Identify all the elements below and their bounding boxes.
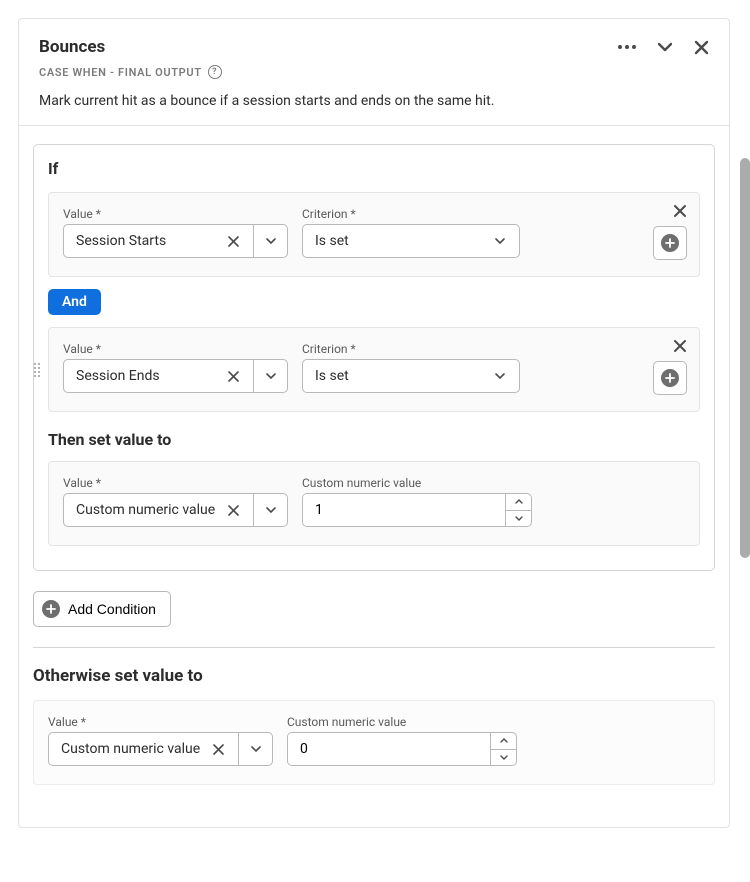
divider <box>33 647 715 648</box>
numeric-label: Custom numeric value <box>302 476 532 490</box>
value-text: Session Ends <box>76 368 160 384</box>
value-dropdown-icon[interactable] <box>253 225 287 257</box>
value-label: Value <box>48 715 273 729</box>
otherwise-card: Value Custom numeric value <box>33 700 715 785</box>
numeric-stepper[interactable] <box>302 493 532 527</box>
clear-value-icon[interactable] <box>228 236 245 247</box>
value-combobox[interactable]: Custom numeric value <box>63 493 288 527</box>
criterion-select[interactable]: Is set <box>302 359 520 393</box>
if-heading: If <box>48 159 700 178</box>
condition-card: Value Session Starts <box>48 192 700 277</box>
scrollbar[interactable] <box>740 158 750 558</box>
clear-value-icon[interactable] <box>228 505 245 516</box>
stepper-up-icon[interactable] <box>506 494 531 511</box>
bounces-panel: Bounces CASE WHEN - FINAL OUTPUT ? <box>18 18 730 828</box>
value-dropdown-icon[interactable] <box>238 733 272 765</box>
value-text: Session Starts <box>76 233 166 249</box>
if-block: If Value Session Starts <box>33 144 715 571</box>
close-icon[interactable] <box>694 40 709 55</box>
criterion-select[interactable]: Is set <box>302 224 520 258</box>
drag-handle-icon[interactable] <box>34 363 40 377</box>
panel-title: Bounces <box>39 37 105 57</box>
numeric-input[interactable] <box>288 733 490 765</box>
value-text: Custom numeric value <box>61 741 200 757</box>
value-combobox[interactable]: Session Starts <box>63 224 288 258</box>
plus-icon <box>42 600 60 618</box>
criterion-label: Criterion <box>302 207 520 221</box>
remove-condition-icon[interactable] <box>673 203 687 222</box>
collapse-icon[interactable] <box>658 42 672 52</box>
add-criterion-button[interactable] <box>653 361 687 395</box>
add-condition-label: Add Condition <box>68 601 156 617</box>
value-combobox[interactable]: Custom numeric value <box>48 732 273 766</box>
then-heading: Then set value to <box>48 430 700 449</box>
panel-header: Bounces CASE WHEN - FINAL OUTPUT ? <box>19 19 729 126</box>
condition-card: Value Session Ends <box>48 327 700 412</box>
numeric-input[interactable] <box>303 494 505 526</box>
value-dropdown-icon[interactable] <box>253 494 287 526</box>
criterion-text: Is set <box>315 233 349 249</box>
then-card: Value Custom numeric value <box>48 461 700 546</box>
value-text: Custom numeric value <box>76 502 215 518</box>
criterion-text: Is set <box>315 368 349 384</box>
stepper-down-icon[interactable] <box>506 511 531 527</box>
value-dropdown-icon[interactable] <box>253 360 287 392</box>
value-label: Value <box>63 342 288 356</box>
stepper-down-icon[interactable] <box>491 750 516 766</box>
panel-subtitle: CASE WHEN - FINAL OUTPUT <box>39 66 202 79</box>
more-icon[interactable] <box>618 45 636 49</box>
help-icon[interactable]: ? <box>208 65 222 79</box>
remove-condition-icon[interactable] <box>673 338 687 357</box>
clear-value-icon[interactable] <box>213 744 230 755</box>
clear-value-icon[interactable] <box>228 371 245 382</box>
plus-icon <box>661 234 679 252</box>
value-label: Value <box>63 476 288 490</box>
panel-description: Mark current hit as a bounce if a sessio… <box>39 93 709 109</box>
value-label: Value <box>63 207 288 221</box>
criterion-label: Criterion <box>302 342 520 356</box>
numeric-label: Custom numeric value <box>287 715 517 729</box>
stepper-up-icon[interactable] <box>491 733 516 750</box>
add-condition-button[interactable]: Add Condition <box>33 591 171 627</box>
numeric-stepper[interactable] <box>287 732 517 766</box>
chevron-down-icon <box>485 238 515 245</box>
plus-icon <box>661 369 679 387</box>
and-operator-button[interactable]: And <box>48 289 101 315</box>
value-combobox[interactable]: Session Ends <box>63 359 288 393</box>
chevron-down-icon <box>485 373 515 380</box>
otherwise-heading: Otherwise set value to <box>33 666 715 686</box>
add-criterion-button[interactable] <box>653 226 687 260</box>
